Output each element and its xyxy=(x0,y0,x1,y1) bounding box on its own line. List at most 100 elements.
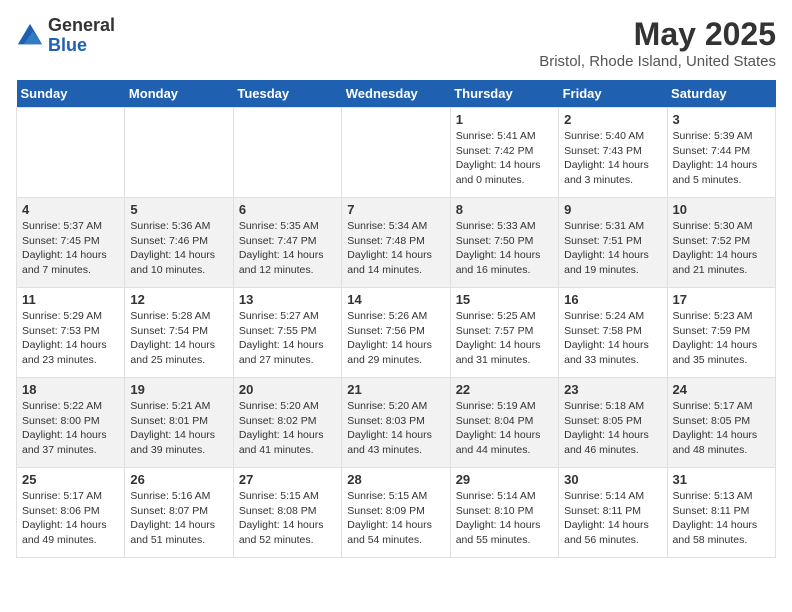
day-content: Sunrise: 5:28 AM Sunset: 7:54 PM Dayligh… xyxy=(130,309,227,368)
day-number: 23 xyxy=(564,382,661,397)
day-number: 31 xyxy=(673,472,770,487)
day-content: Sunrise: 5:41 AM Sunset: 7:42 PM Dayligh… xyxy=(456,129,553,188)
logo-blue: Blue xyxy=(48,36,115,56)
calendar-cell: 22Sunrise: 5:19 AM Sunset: 8:04 PM Dayli… xyxy=(450,378,558,468)
day-number: 16 xyxy=(564,292,661,307)
calendar-cell: 27 Sunrise: 5:15 AM Sunset: 8:08 PM Dayli… xyxy=(233,468,341,558)
day-number: 12 xyxy=(130,292,227,307)
calendar-cell: 11 Sunrise: 5:29 AM Sunset: 7:53 PM Dayli… xyxy=(17,288,125,378)
day-header-friday: Friday xyxy=(559,80,667,108)
calendar-cell: 17Sunrise: 5:23 AM Sunset: 7:59 PM Dayli… xyxy=(667,288,775,378)
day-header-thursday: Thursday xyxy=(450,80,558,108)
day-content: Sunrise: 5:20 AM Sunset: 8:03 PM Dayligh… xyxy=(347,399,444,458)
calendar-cell: 20 Sunrise: 5:20 AM Sunset: 8:02 PM Dayli… xyxy=(233,378,341,468)
calendar-cell xyxy=(233,108,341,198)
week-row-4: 18Sunrise: 5:22 AM Sunset: 8:00 PM Dayli… xyxy=(17,378,776,468)
day-number: 19 xyxy=(130,382,227,397)
day-content: Sunrise: 5:27 AM Sunset: 7:55 PM Dayligh… xyxy=(239,309,336,368)
calendar-table: SundayMondayTuesdayWednesdayThursdayFrid… xyxy=(16,80,776,558)
day-content: Sunrise: 5:23 AM Sunset: 7:59 PM Dayligh… xyxy=(673,309,770,368)
day-content: Sunrise: 5:15 AM Sunset: 8:08 PM Dayligh… xyxy=(239,489,336,548)
day-content: Sunrise: 5:20 AM Sunset: 8:02 PM Dayligh… xyxy=(239,399,336,458)
week-row-3: 11 Sunrise: 5:29 AM Sunset: 7:53 PM Dayli… xyxy=(17,288,776,378)
calendar-cell: 3Sunrise: 5:39 AM Sunset: 7:44 PM Daylig… xyxy=(667,108,775,198)
day-number: 26 xyxy=(130,472,227,487)
calendar-cell: 2 Sunrise: 5:40 AM Sunset: 7:43 PM Daylig… xyxy=(559,108,667,198)
day-number: 20 xyxy=(239,382,336,397)
day-number: 24 xyxy=(673,382,770,397)
calendar-cell: 21Sunrise: 5:20 AM Sunset: 8:03 PM Dayli… xyxy=(342,378,450,468)
day-content: Sunrise: 5:40 AM Sunset: 7:43 PM Dayligh… xyxy=(564,129,661,188)
logo-icon xyxy=(16,22,44,50)
calendar-cell: 1 Sunrise: 5:41 AM Sunset: 7:42 PM Daylig… xyxy=(450,108,558,198)
calendar-cell: 13 Sunrise: 5:27 AM Sunset: 7:55 PM Dayli… xyxy=(233,288,341,378)
calendar-cell xyxy=(125,108,233,198)
day-number: 13 xyxy=(239,292,336,307)
calendar-cell: 24Sunrise: 5:17 AM Sunset: 8:05 PM Dayli… xyxy=(667,378,775,468)
calendar-cell: 14 Sunrise: 5:26 AM Sunset: 7:56 PM Dayli… xyxy=(342,288,450,378)
calendar-header: SundayMondayTuesdayWednesdayThursdayFrid… xyxy=(17,80,776,108)
day-content: Sunrise: 5:22 AM Sunset: 8:00 PM Dayligh… xyxy=(22,399,119,458)
calendar-cell: 10 Sunrise: 5:30 AM Sunset: 7:52 PM Dayli… xyxy=(667,198,775,288)
day-content: Sunrise: 5:37 AM Sunset: 7:45 PM Dayligh… xyxy=(22,219,119,278)
calendar-cell: 19 Sunrise: 5:21 AM Sunset: 8:01 PM Dayli… xyxy=(125,378,233,468)
calendar-cell: 15Sunrise: 5:25 AM Sunset: 7:57 PM Dayli… xyxy=(450,288,558,378)
day-number: 27 xyxy=(239,472,336,487)
day-content: Sunrise: 5:31 AM Sunset: 7:51 PM Dayligh… xyxy=(564,219,661,278)
day-number: 1 xyxy=(456,112,553,127)
day-content: Sunrise: 5:39 AM Sunset: 7:44 PM Dayligh… xyxy=(673,129,770,188)
day-header-wednesday: Wednesday xyxy=(342,80,450,108)
day-header-saturday: Saturday xyxy=(667,80,775,108)
days-header-row: SundayMondayTuesdayWednesdayThursdayFrid… xyxy=(17,80,776,108)
week-row-1: 1 Sunrise: 5:41 AM Sunset: 7:42 PM Daylig… xyxy=(17,108,776,198)
calendar-cell xyxy=(17,108,125,198)
day-content: Sunrise: 5:29 AM Sunset: 7:53 PM Dayligh… xyxy=(22,309,119,368)
day-number: 11 xyxy=(22,292,119,307)
calendar-cell: 16 Sunrise: 5:24 AM Sunset: 7:58 PM Dayli… xyxy=(559,288,667,378)
week-row-5: 25 Sunrise: 5:17 AM Sunset: 8:06 PM Dayli… xyxy=(17,468,776,558)
calendar-title: May 2025 xyxy=(539,16,776,53)
day-content: Sunrise: 5:17 AM Sunset: 8:06 PM Dayligh… xyxy=(22,489,119,548)
day-content: Sunrise: 5:30 AM Sunset: 7:52 PM Dayligh… xyxy=(673,219,770,278)
calendar-cell: 12 Sunrise: 5:28 AM Sunset: 7:54 PM Dayli… xyxy=(125,288,233,378)
calendar-cell: 18Sunrise: 5:22 AM Sunset: 8:00 PM Dayli… xyxy=(17,378,125,468)
day-content: Sunrise: 5:21 AM Sunset: 8:01 PM Dayligh… xyxy=(130,399,227,458)
day-content: Sunrise: 5:34 AM Sunset: 7:48 PM Dayligh… xyxy=(347,219,444,278)
calendar-cell: 7 Sunrise: 5:34 AM Sunset: 7:48 PM Daylig… xyxy=(342,198,450,288)
day-number: 6 xyxy=(239,202,336,217)
day-content: Sunrise: 5:13 AM Sunset: 8:11 PM Dayligh… xyxy=(673,489,770,548)
day-content: Sunrise: 5:25 AM Sunset: 7:57 PM Dayligh… xyxy=(456,309,553,368)
day-number: 25 xyxy=(22,472,119,487)
day-number: 29 xyxy=(456,472,553,487)
day-content: Sunrise: 5:26 AM Sunset: 7:56 PM Dayligh… xyxy=(347,309,444,368)
day-content: Sunrise: 5:35 AM Sunset: 7:47 PM Dayligh… xyxy=(239,219,336,278)
day-content: Sunrise: 5:36 AM Sunset: 7:46 PM Dayligh… xyxy=(130,219,227,278)
calendar-cell: 30Sunrise: 5:14 AM Sunset: 8:11 PM Dayli… xyxy=(559,468,667,558)
calendar-cell: 4 Sunrise: 5:37 AM Sunset: 7:45 PM Daylig… xyxy=(17,198,125,288)
day-number: 8 xyxy=(456,202,553,217)
day-content: Sunrise: 5:15 AM Sunset: 8:09 PM Dayligh… xyxy=(347,489,444,548)
calendar-cell: 8 Sunrise: 5:33 AM Sunset: 7:50 PM Daylig… xyxy=(450,198,558,288)
day-header-sunday: Sunday xyxy=(17,80,125,108)
calendar-subtitle: Bristol, Rhode Island, United States xyxy=(539,53,776,70)
calendar-cell: 25 Sunrise: 5:17 AM Sunset: 8:06 PM Dayli… xyxy=(17,468,125,558)
title-area: May 2025 Bristol, Rhode Island, United S… xyxy=(539,16,776,70)
day-number: 4 xyxy=(22,202,119,217)
day-number: 14 xyxy=(347,292,444,307)
day-content: Sunrise: 5:19 AM Sunset: 8:04 PM Dayligh… xyxy=(456,399,553,458)
calendar-cell: 9 Sunrise: 5:31 AM Sunset: 7:51 PM Daylig… xyxy=(559,198,667,288)
day-content: Sunrise: 5:33 AM Sunset: 7:50 PM Dayligh… xyxy=(456,219,553,278)
day-content: Sunrise: 5:14 AM Sunset: 8:11 PM Dayligh… xyxy=(564,489,661,548)
day-content: Sunrise: 5:24 AM Sunset: 7:58 PM Dayligh… xyxy=(564,309,661,368)
day-number: 9 xyxy=(564,202,661,217)
day-number: 10 xyxy=(673,202,770,217)
day-number: 7 xyxy=(347,202,444,217)
calendar-cell: 5Sunrise: 5:36 AM Sunset: 7:46 PM Daylig… xyxy=(125,198,233,288)
day-content: Sunrise: 5:16 AM Sunset: 8:07 PM Dayligh… xyxy=(130,489,227,548)
day-number: 28 xyxy=(347,472,444,487)
day-number: 2 xyxy=(564,112,661,127)
day-content: Sunrise: 5:18 AM Sunset: 8:05 PM Dayligh… xyxy=(564,399,661,458)
calendar-cell: 28 Sunrise: 5:15 AM Sunset: 8:09 PM Dayli… xyxy=(342,468,450,558)
logo: General Blue xyxy=(16,16,115,56)
calendar-cell: 26 Sunrise: 5:16 AM Sunset: 8:07 PM Dayli… xyxy=(125,468,233,558)
